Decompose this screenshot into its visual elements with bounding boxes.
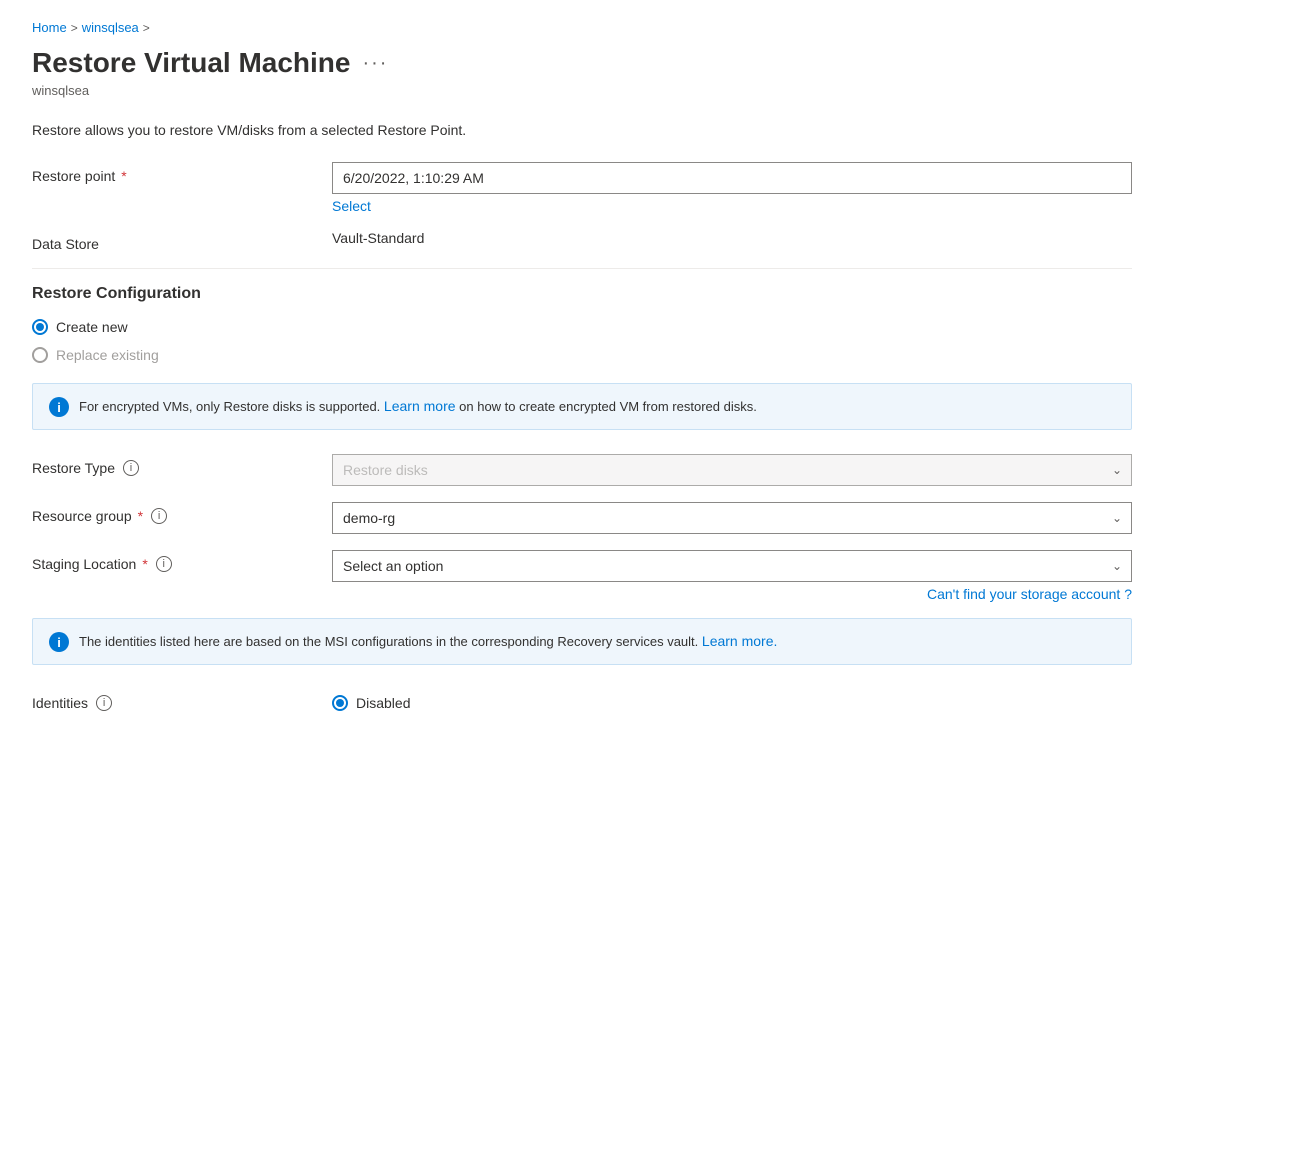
info-text-identities: The identities listed here are based on … <box>79 631 777 652</box>
form-section: Restore point * Select Data Store Vault-… <box>32 162 1132 711</box>
staging-location-row: Staging Location * i Select an option ⌄ … <box>32 550 1132 602</box>
radio-create-new[interactable]: Create new <box>32 319 1132 335</box>
radio-create-new-indicator <box>32 319 48 335</box>
breadcrumb-sep-2: > <box>143 21 150 35</box>
restore-type-row: Restore Type i Restore disks ⌄ <box>32 454 1132 486</box>
restore-configuration-heading: Restore Configuration <box>32 285 1132 303</box>
breadcrumb-home[interactable]: Home <box>32 20 67 35</box>
restore-point-control: Select <box>332 162 1132 214</box>
info-icon-2: i <box>49 632 69 652</box>
resource-group-label: Resource group * i <box>32 502 332 524</box>
restore-point-label: Restore point * <box>32 162 332 184</box>
resource-group-select-wrapper: demo-rg ⌄ <box>332 502 1132 534</box>
required-star-restore-point: * <box>121 168 126 184</box>
breadcrumb: Home > winsqlsea > <box>32 20 1280 35</box>
staging-location-select[interactable]: Select an option <box>332 550 1132 582</box>
restore-point-row: Restore point * Select <box>32 162 1132 214</box>
identities-info-icon: i <box>96 695 112 711</box>
identities-value-text: Disabled <box>356 695 410 711</box>
resource-group-info-icon: i <box>151 508 167 524</box>
info-text-encrypted: For encrypted VMs, only Restore disks is… <box>79 396 757 417</box>
restore-type-select[interactable]: Restore disks <box>332 454 1132 486</box>
info-banner-encrypted: i For encrypted VMs, only Restore disks … <box>32 383 1132 430</box>
page-subtitle: winsqlsea <box>32 83 1280 98</box>
restore-type-label: Restore Type i <box>32 454 332 476</box>
data-store-label: Data Store <box>32 230 332 252</box>
identities-row: Identities i Disabled <box>32 689 1132 711</box>
resource-group-control: demo-rg ⌄ <box>332 502 1132 534</box>
identities-control: Disabled <box>332 689 1132 711</box>
more-options-icon[interactable]: ··· <box>362 52 388 75</box>
page-title: Restore Virtual Machine <box>32 47 350 79</box>
cant-find-link-wrap: Can't find your storage account ? <box>332 586 1132 602</box>
required-star-resource-group: * <box>138 508 143 524</box>
radio-replace-existing-label: Replace existing <box>56 347 159 363</box>
staging-location-select-wrapper: Select an option ⌄ <box>332 550 1132 582</box>
restore-configuration-radio-group: Create new Replace existing <box>32 319 1132 363</box>
data-store-row: Data Store Vault-Standard <box>32 230 1132 252</box>
learn-more-link-2[interactable]: Learn more. <box>702 633 777 649</box>
info-banner-identities: i The identities listed here are based o… <box>32 618 1132 665</box>
radio-create-new-label: Create new <box>56 319 128 335</box>
resource-group-select[interactable]: demo-rg <box>332 502 1132 534</box>
identities-label: Identities i <box>32 689 332 711</box>
restore-type-info-icon: i <box>123 460 139 476</box>
restore-point-input[interactable] <box>332 162 1132 194</box>
restore-type-select-wrapper: Restore disks ⌄ <box>332 454 1132 486</box>
staging-location-control: Select an option ⌄ Can't find your stora… <box>332 550 1132 602</box>
resource-group-row: Resource group * i demo-rg ⌄ <box>32 502 1132 534</box>
staging-location-label: Staging Location * i <box>32 550 332 572</box>
identities-radio-indicator <box>332 695 348 711</box>
info-icon-1: i <box>49 397 69 417</box>
data-store-value: Vault-Standard <box>332 230 1132 246</box>
staging-location-info-icon: i <box>156 556 172 572</box>
radio-replace-existing-indicator <box>32 347 48 363</box>
radio-replace-existing[interactable]: Replace existing <box>32 347 1132 363</box>
breadcrumb-vm[interactable]: winsqlsea <box>82 20 139 35</box>
required-star-staging: * <box>142 556 147 572</box>
divider-1 <box>32 268 1132 269</box>
breadcrumb-sep-1: > <box>71 21 78 35</box>
cant-find-storage-link[interactable]: Can't find your storage account ? <box>927 586 1132 602</box>
page-description: Restore allows you to restore VM/disks f… <box>32 122 1280 138</box>
restore-type-control: Restore disks ⌄ <box>332 454 1132 486</box>
identities-value-wrap: Disabled <box>332 689 1132 711</box>
restore-point-select-link[interactable]: Select <box>332 198 371 214</box>
learn-more-link-1[interactable]: Learn more <box>384 398 456 414</box>
